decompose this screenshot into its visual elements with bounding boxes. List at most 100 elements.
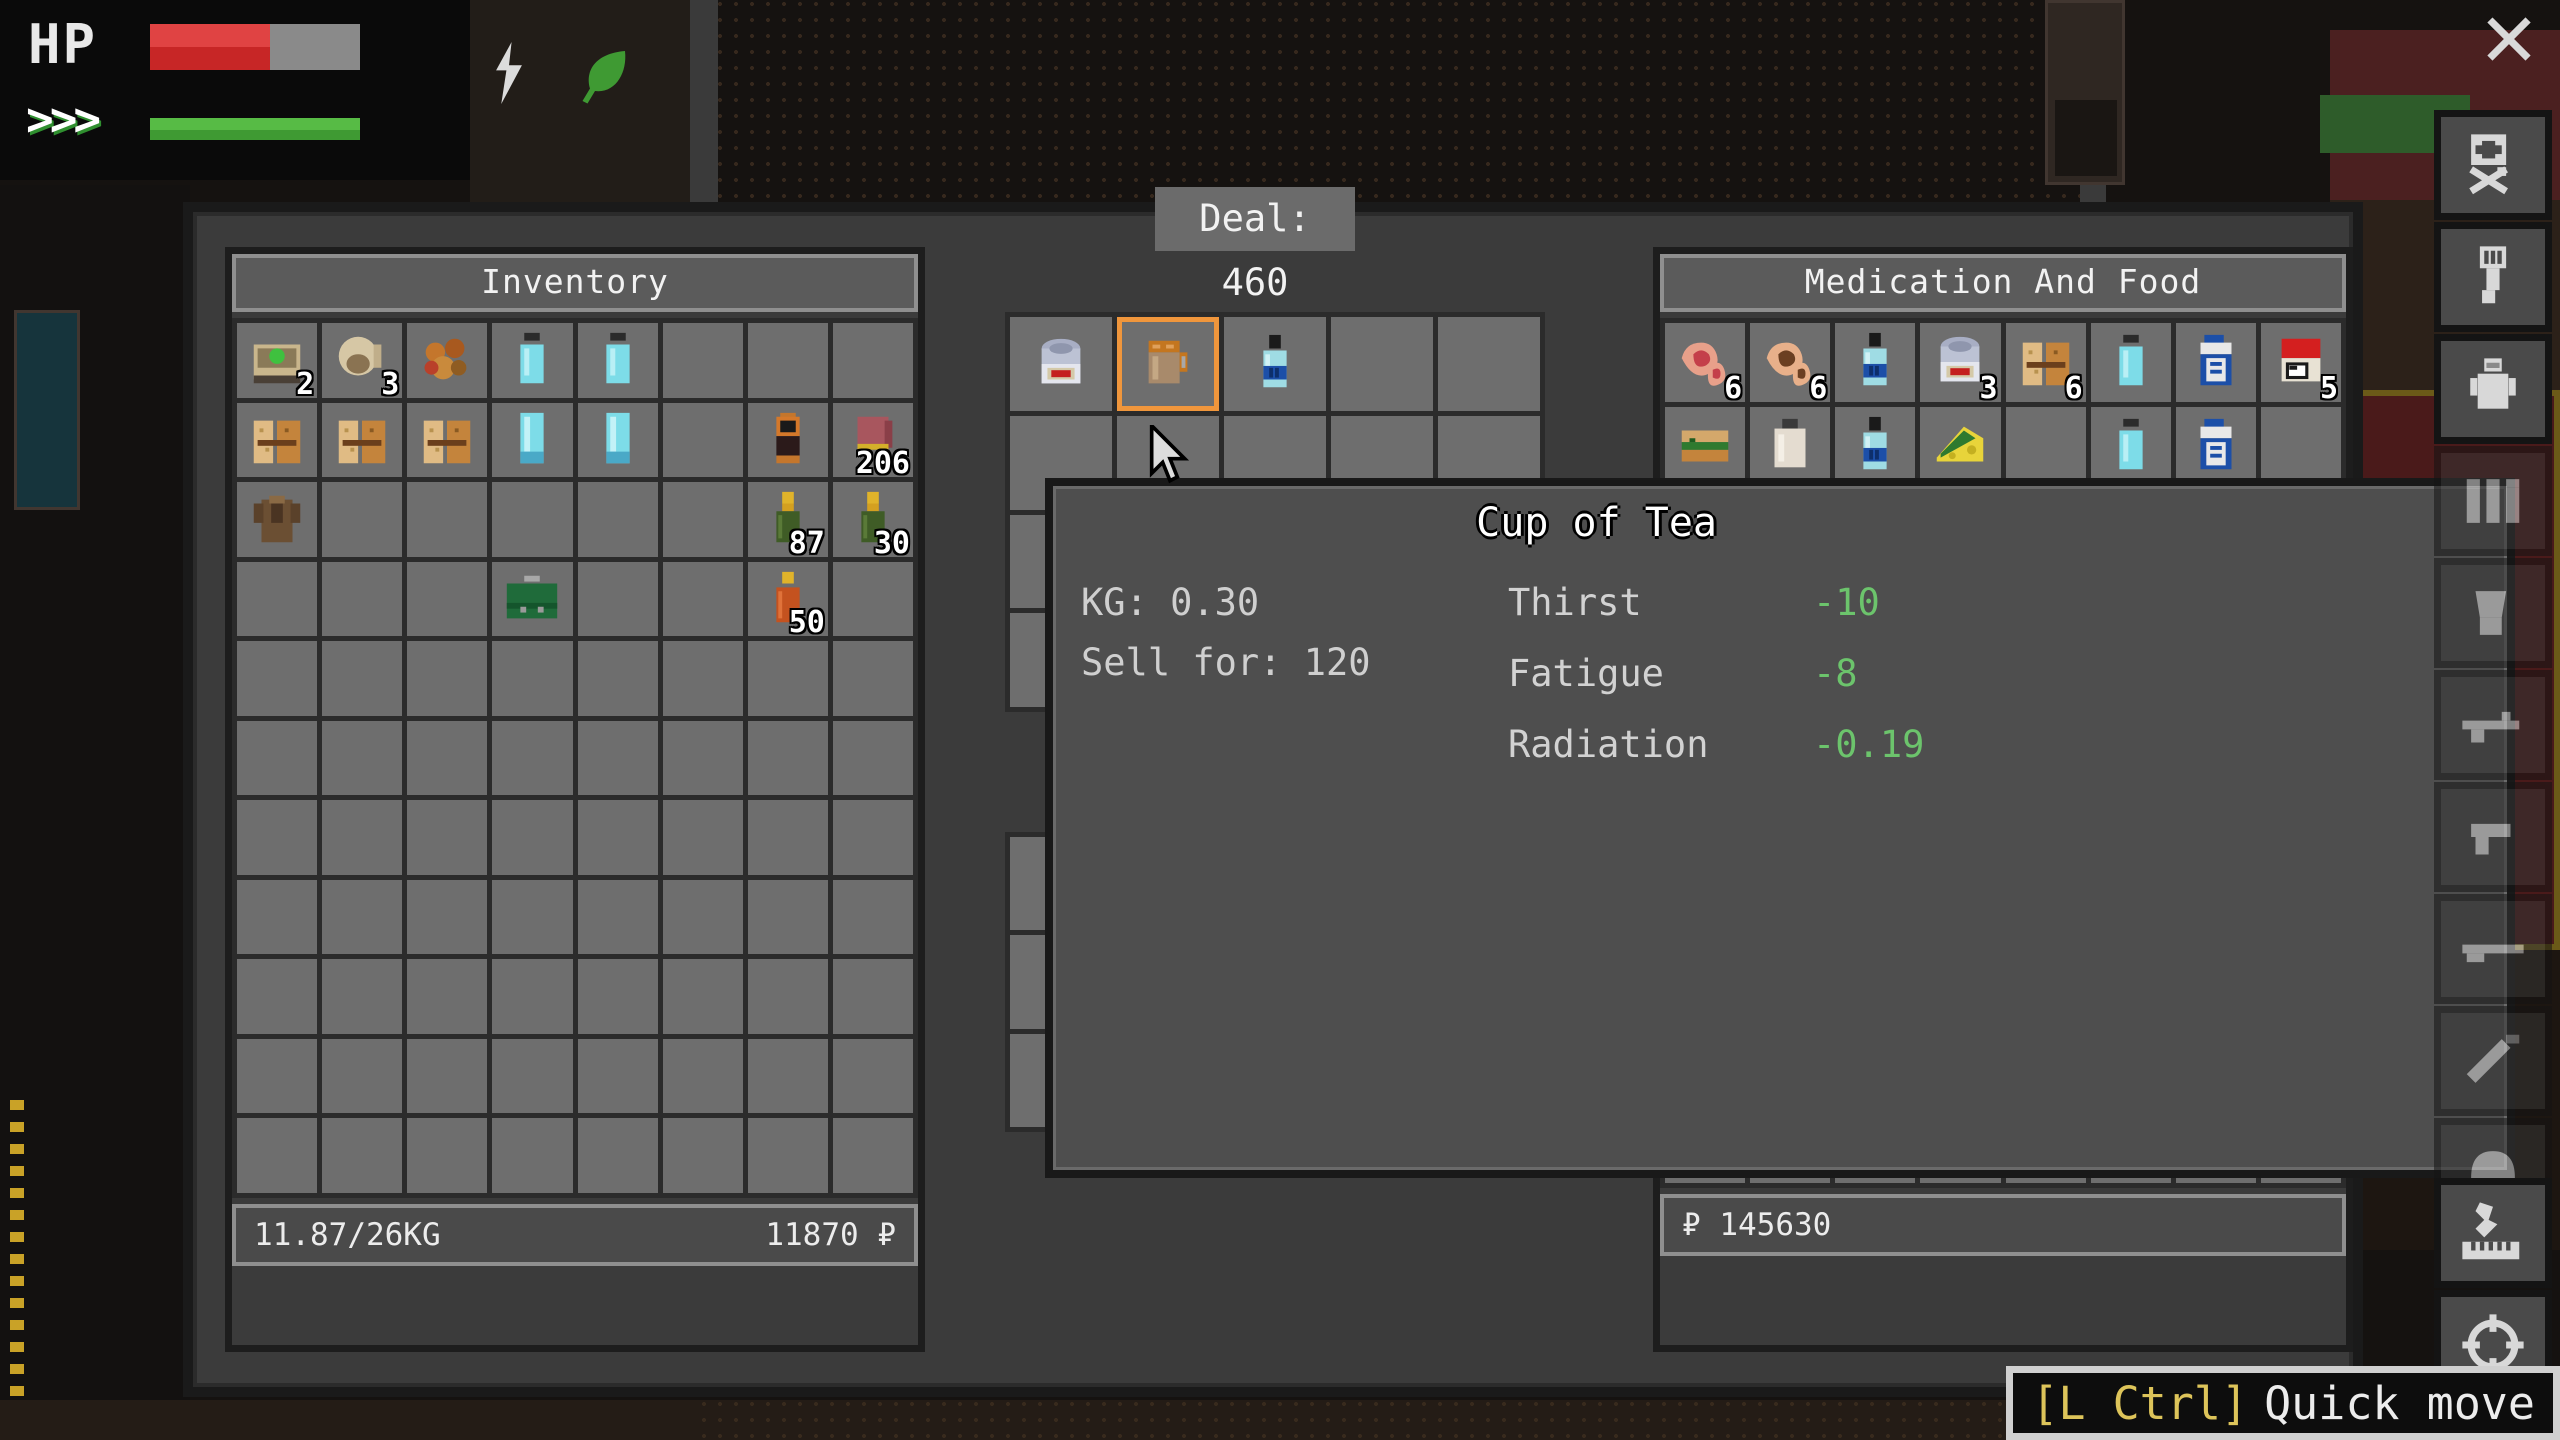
empty-slot[interactable]	[577, 879, 658, 955]
empty-slot[interactable]	[832, 720, 913, 796]
empty-slot[interactable]	[322, 561, 403, 637]
inventory-slot-bandage-roll-icon[interactable]: 3	[322, 323, 403, 399]
empty-slot[interactable]	[577, 1118, 658, 1193]
inventory-slot-bread-loaf-icon[interactable]: 6	[2005, 323, 2086, 403]
empty-slot[interactable]	[492, 800, 573, 875]
empty-slot[interactable]	[662, 1118, 743, 1193]
equipment-slot-ammo-row[interactable]	[2434, 446, 2552, 556]
inventory-slot-backpack-icon[interactable]: 2	[237, 323, 318, 399]
empty-slot[interactable]	[322, 482, 403, 557]
empty-slot[interactable]	[662, 800, 743, 875]
empty-slot[interactable]	[322, 641, 403, 716]
empty-slot[interactable]	[662, 561, 743, 637]
empty-slot[interactable]	[237, 1118, 318, 1193]
inventory-slot-cup-of-tea-icon[interactable]	[1117, 317, 1219, 411]
inventory-slot-canned-food-icon[interactable]: 3	[1920, 323, 2001, 403]
empty-slot[interactable]	[662, 641, 743, 716]
empty-slot[interactable]	[832, 641, 913, 716]
empty-slot[interactable]	[492, 482, 573, 557]
empty-slot[interactable]	[322, 800, 403, 875]
inventory-slot-vodka-bottle-icon[interactable]	[1835, 323, 1916, 402]
equipment-slot-medical-kit[interactable]	[2434, 110, 2552, 220]
empty-slot[interactable]	[2005, 406, 2086, 486]
empty-slot[interactable]	[1331, 317, 1433, 411]
empty-slot[interactable]	[407, 1038, 488, 1114]
empty-slot[interactable]	[747, 879, 828, 955]
inventory-slot-toolbox-icon[interactable]	[492, 561, 573, 637]
inventory-slot-cooked-meat-icon[interactable]: 6	[1750, 323, 1831, 403]
empty-slot[interactable]	[237, 879, 318, 955]
inventory-slot-water-bottle-icon[interactable]	[492, 323, 573, 398]
empty-slot[interactable]	[662, 879, 743, 955]
empty-slot[interactable]	[322, 959, 403, 1034]
inventory-slot-cheese-icon[interactable]	[1920, 406, 2001, 486]
empty-slot[interactable]	[407, 879, 488, 955]
empty-slot[interactable]	[577, 959, 658, 1034]
inventory-slot-water-flask-icon[interactable]	[492, 402, 573, 478]
inventory-slot-canned-food-icon[interactable]	[1010, 317, 1112, 411]
empty-slot[interactable]	[407, 482, 488, 557]
empty-slot[interactable]	[322, 720, 403, 796]
inventory-slot-beer-bottle-icon[interactable]: 87	[747, 482, 828, 558]
empty-slot[interactable]	[747, 720, 828, 796]
inventory-slot-water-bottle-icon[interactable]	[2090, 406, 2171, 486]
inventory-slot-water-bottle-icon[interactable]	[577, 323, 658, 398]
empty-slot[interactable]	[662, 959, 743, 1034]
empty-slot[interactable]	[237, 959, 318, 1034]
empty-slot[interactable]	[832, 800, 913, 875]
empty-slot[interactable]	[662, 482, 743, 557]
empty-slot[interactable]	[747, 641, 828, 716]
empty-slot[interactable]	[577, 482, 658, 557]
close-button[interactable]: ✕	[2472, 4, 2546, 80]
empty-slot[interactable]	[747, 323, 828, 398]
empty-slot[interactable]	[2260, 406, 2341, 486]
empty-slot[interactable]	[747, 800, 828, 875]
empty-slot[interactable]	[577, 561, 658, 637]
empty-slot[interactable]	[492, 959, 573, 1034]
inventory-grid[interactable]: 2 3 206 87 30 50	[232, 318, 918, 1198]
inventory-slot-milk-carton-icon[interactable]	[2175, 323, 2256, 402]
inventory-slot-sandwich-icon[interactable]	[1665, 406, 1746, 486]
inventory-slot-bread-loaf-icon[interactable]	[237, 402, 318, 478]
equipment-slot-shotgun[interactable]	[2434, 894, 2552, 1004]
inventory-slot-water-bottle-icon[interactable]	[2090, 323, 2171, 402]
inventory-slot-milk-carton-icon[interactable]	[2175, 406, 2256, 486]
empty-slot[interactable]	[577, 720, 658, 796]
inventory-slot-armor-vest-icon[interactable]	[237, 482, 318, 557]
inventory-slot-pill-bottle-icon[interactable]	[1750, 406, 1831, 486]
inventory-slot-bread-loaf-icon[interactable]	[322, 402, 403, 478]
empty-slot[interactable]	[322, 1038, 403, 1114]
empty-slot[interactable]	[577, 1038, 658, 1114]
inventory-slot-medkit-box-icon[interactable]: 5	[2260, 323, 2341, 403]
empty-slot[interactable]	[662, 402, 743, 478]
equipment-slot-tool-brush[interactable]	[2434, 222, 2552, 332]
inventory-slot-beer-bottle-icon[interactable]: 30	[832, 482, 913, 558]
empty-slot[interactable]	[492, 720, 573, 796]
empty-slot[interactable]	[407, 720, 488, 796]
empty-slot[interactable]	[492, 1118, 573, 1193]
empty-slot[interactable]	[407, 959, 488, 1034]
empty-slot[interactable]	[662, 720, 743, 796]
empty-slot[interactable]	[832, 1118, 913, 1193]
empty-slot[interactable]	[662, 1038, 743, 1114]
empty-slot[interactable]	[747, 959, 828, 1034]
inventory-slot-water-flask-icon[interactable]	[577, 402, 658, 478]
empty-slot[interactable]	[577, 800, 658, 875]
empty-slot[interactable]	[832, 879, 913, 955]
empty-slot[interactable]	[747, 1038, 828, 1114]
empty-slot[interactable]	[492, 641, 573, 716]
equipment-slot-body-armor[interactable]	[2434, 334, 2552, 444]
empty-slot[interactable]	[237, 800, 318, 875]
inventory-slot-bread-loaf-icon[interactable]	[407, 402, 488, 478]
empty-slot[interactable]	[237, 1038, 318, 1114]
empty-slot[interactable]	[407, 561, 488, 637]
equipment-sidebar[interactable]	[2434, 110, 2552, 1230]
empty-slot[interactable]	[747, 1118, 828, 1193]
empty-slot[interactable]	[832, 1038, 913, 1114]
empty-slot[interactable]	[832, 959, 913, 1034]
inventory-slot-vodka-bottle-icon[interactable]	[1835, 406, 1916, 486]
empty-slot[interactable]	[322, 1118, 403, 1193]
empty-slot[interactable]	[832, 561, 913, 637]
empty-slot[interactable]	[577, 641, 658, 716]
empty-slot[interactable]	[322, 879, 403, 955]
